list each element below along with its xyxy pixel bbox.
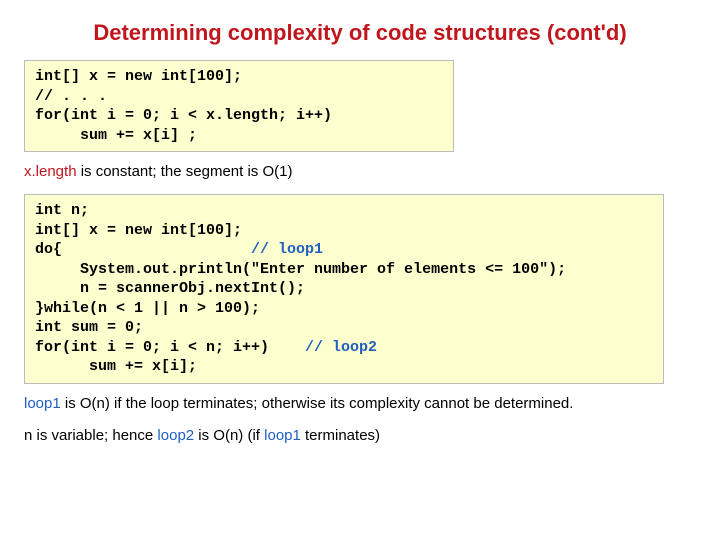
code-lines-1: int[] x = new int[100]; // . . . for(int… <box>35 67 443 145</box>
code-line: sum += x[i]; <box>35 358 197 375</box>
code-line: int[] x = new int[100]; <box>35 222 242 239</box>
note-loop-ref: loop1 <box>264 427 301 444</box>
note-1: x.length is constant; the segment is O(1… <box>24 162 696 182</box>
code-line: System.out.println("Enter number of elem… <box>35 261 566 278</box>
note-text: is O(n) <box>194 427 243 444</box>
code-comment-loop1: // loop1 <box>251 241 323 258</box>
code-line: for(int i = 0; i < x.length; i++) <box>35 107 332 124</box>
code-line: int[] x = new int[100]; <box>35 68 242 85</box>
slide: Determining complexity of code structure… <box>0 0 720 540</box>
code-line: do{ <box>35 241 251 258</box>
note-2: loop1 is O(n) if the loop terminates; ot… <box>24 394 696 414</box>
note-text: is constant; the segment is O(1) <box>77 163 293 180</box>
code-lines-2: int n; int[] x = new int[100]; do{ // lo… <box>35 201 653 377</box>
code-block-2: int n; int[] x = new int[100]; do{ // lo… <box>24 194 664 384</box>
code-line: }while(n < 1 || n > 100); <box>35 300 260 317</box>
code-line: n = scannerObj.nextInt(); <box>35 280 305 297</box>
code-line: sum += x[i] ; <box>35 127 197 144</box>
note-text: is O(n) if the loop terminates; otherwis… <box>61 395 574 412</box>
note-text: n is variable; hence <box>24 427 157 444</box>
note-text: (if <box>243 427 264 444</box>
note-loop-ref: loop1 <box>24 395 61 412</box>
code-block-1: int[] x = new int[100]; // . . . for(int… <box>24 60 454 152</box>
note-loop-ref: loop2 <box>157 427 194 444</box>
note-text: terminates) <box>301 427 380 444</box>
code-line: int sum = 0; <box>35 319 143 336</box>
slide-title: Determining complexity of code structure… <box>24 20 696 46</box>
code-comment-loop2: // loop2 <box>305 339 377 356</box>
note-3: n is variable; hence loop2 is O(n) (if l… <box>24 426 696 446</box>
code-line: int n; <box>35 202 89 219</box>
code-line: // . . . <box>35 88 107 105</box>
code-line: for(int i = 0; i < n; i++) <box>35 339 305 356</box>
note-highlight: x.length <box>24 163 77 180</box>
